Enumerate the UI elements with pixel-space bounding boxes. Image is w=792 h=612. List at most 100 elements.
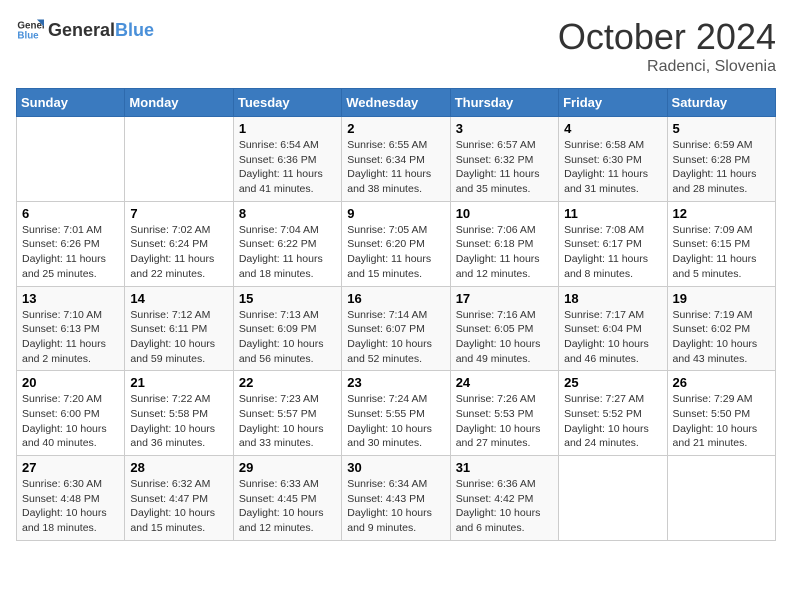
calendar-cell: 26 Sunrise: 7:29 AM Sunset: 5:50 PM Dayli… (667, 371, 775, 456)
day-number: 2 (347, 121, 444, 136)
calendar-cell: 27Sunrise: 6:30 AM Sunset: 4:48 PM Dayli… (17, 456, 125, 541)
day-number: 14 (130, 291, 227, 306)
day-number: 23 (347, 375, 444, 390)
day-number: 28 (130, 460, 227, 475)
calendar-cell: 19 Sunrise: 7:19 AM Sunset: 6:02 PM Dayli… (667, 286, 775, 371)
day-info: Sunrise: 7:26 AM Sunset: 5:53 PM Dayligh… (456, 392, 553, 451)
day-info: Sunrise: 7:23 AM Sunset: 5:57 PM Dayligh… (239, 392, 336, 451)
calendar-header-row: SundayMondayTuesdayWednesdayThursdayFrid… (17, 89, 776, 117)
day-number: 4 (564, 121, 661, 136)
day-info: Sunrise: 6:32 AM Sunset: 4:47 PM Dayligh… (130, 477, 227, 536)
calendar-cell: 13 Sunrise: 7:10 AM Sunset: 6:13 PM Dayli… (17, 286, 125, 371)
day-info: Sunrise: 7:12 AM Sunset: 6:11 PM Dayligh… (130, 308, 227, 367)
page-header: General Blue GeneralBlue October 2024 Ra… (16, 16, 776, 76)
svg-text:Blue: Blue (17, 30, 39, 41)
calendar-cell: 5 Sunrise: 6:59 AM Sunset: 6:28 PM Daylig… (667, 117, 775, 202)
calendar-cell: 3Sunrise: 6:57 AM Sunset: 6:32 PM Daylig… (450, 117, 558, 202)
day-number: 17 (456, 291, 553, 306)
day-info: Sunrise: 6:57 AM Sunset: 6:32 PM Dayligh… (456, 138, 553, 197)
calendar-week-row: 6Sunrise: 7:01 AM Sunset: 6:26 PM Daylig… (17, 201, 776, 286)
day-number: 22 (239, 375, 336, 390)
day-number: 18 (564, 291, 661, 306)
title-block: October 2024 Radenci, Slovenia (558, 16, 776, 76)
day-number: 5 (673, 121, 770, 136)
day-info: Sunrise: 7:29 AM Sunset: 5:50 PM Dayligh… (673, 392, 770, 451)
day-number: 7 (130, 206, 227, 221)
calendar-cell: 1Sunrise: 6:54 AM Sunset: 6:36 PM Daylig… (233, 117, 341, 202)
day-number: 10 (456, 206, 553, 221)
day-number: 12 (673, 206, 770, 221)
calendar-cell: 31Sunrise: 6:36 AM Sunset: 4:42 PM Dayli… (450, 456, 558, 541)
day-info: Sunrise: 6:55 AM Sunset: 6:34 PM Dayligh… (347, 138, 444, 197)
calendar-cell: 17 Sunrise: 7:16 AM Sunset: 6:05 PM Dayli… (450, 286, 558, 371)
day-number: 15 (239, 291, 336, 306)
calendar-cell: 7 Sunrise: 7:02 AM Sunset: 6:24 PM Daylig… (125, 201, 233, 286)
day-number: 21 (130, 375, 227, 390)
calendar-cell: 14 Sunrise: 7:12 AM Sunset: 6:11 PM Dayli… (125, 286, 233, 371)
calendar-cell: 20 Sunrise: 7:20 AM Sunset: 6:00 PM Dayli… (17, 371, 125, 456)
day-info: Sunrise: 7:04 AM Sunset: 6:22 PM Dayligh… (239, 223, 336, 282)
month-title: October 2024 (558, 16, 776, 58)
calendar-cell: 10 Sunrise: 7:06 AM Sunset: 6:18 PM Dayli… (450, 201, 558, 286)
day-info: Sunrise: 7:05 AM Sunset: 6:20 PM Dayligh… (347, 223, 444, 282)
calendar-cell: 18 Sunrise: 7:17 AM Sunset: 6:04 PM Dayli… (559, 286, 667, 371)
day-info: Sunrise: 7:09 AM Sunset: 6:15 PM Dayligh… (673, 223, 770, 282)
day-of-week-header: Tuesday (233, 89, 341, 117)
day-number: 31 (456, 460, 553, 475)
calendar-cell: 4 Sunrise: 6:58 AM Sunset: 6:30 PM Daylig… (559, 117, 667, 202)
day-info: Sunrise: 7:19 AM Sunset: 6:02 PM Dayligh… (673, 308, 770, 367)
day-info: Sunrise: 6:58 AM Sunset: 6:30 PM Dayligh… (564, 138, 661, 197)
day-info: Sunrise: 7:17 AM Sunset: 6:04 PM Dayligh… (564, 308, 661, 367)
day-info: Sunrise: 6:34 AM Sunset: 4:43 PM Dayligh… (347, 477, 444, 536)
day-of-week-header: Wednesday (342, 89, 450, 117)
day-of-week-header: Saturday (667, 89, 775, 117)
day-number: 11 (564, 206, 661, 221)
day-info: Sunrise: 7:10 AM Sunset: 6:13 PM Dayligh… (22, 308, 119, 367)
day-of-week-header: Sunday (17, 89, 125, 117)
logo-blue-text: Blue (115, 20, 154, 41)
calendar-cell: 11Sunrise: 7:08 AM Sunset: 6:17 PM Dayli… (559, 201, 667, 286)
day-number: 19 (673, 291, 770, 306)
calendar-cell: 8Sunrise: 7:04 AM Sunset: 6:22 PM Daylig… (233, 201, 341, 286)
day-info: Sunrise: 7:16 AM Sunset: 6:05 PM Dayligh… (456, 308, 553, 367)
calendar-week-row: 1Sunrise: 6:54 AM Sunset: 6:36 PM Daylig… (17, 117, 776, 202)
day-number: 26 (673, 375, 770, 390)
day-info: Sunrise: 7:20 AM Sunset: 6:00 PM Dayligh… (22, 392, 119, 451)
calendar-cell: 29Sunrise: 6:33 AM Sunset: 4:45 PM Dayli… (233, 456, 341, 541)
day-number: 16 (347, 291, 444, 306)
calendar-cell: 16 Sunrise: 7:14 AM Sunset: 6:07 PM Dayli… (342, 286, 450, 371)
day-info: Sunrise: 7:06 AM Sunset: 6:18 PM Dayligh… (456, 223, 553, 282)
logo-icon: General Blue (16, 16, 44, 44)
calendar-cell: 28 Sunrise: 6:32 AM Sunset: 4:47 PM Dayli… (125, 456, 233, 541)
calendar-cell: 23Sunrise: 7:24 AM Sunset: 5:55 PM Dayli… (342, 371, 450, 456)
calendar-cell: 21Sunrise: 7:22 AM Sunset: 5:58 PM Dayli… (125, 371, 233, 456)
day-of-week-header: Friday (559, 89, 667, 117)
day-info: Sunrise: 7:13 AM Sunset: 6:09 PM Dayligh… (239, 308, 336, 367)
day-info: Sunrise: 7:27 AM Sunset: 5:52 PM Dayligh… (564, 392, 661, 451)
calendar-week-row: 20 Sunrise: 7:20 AM Sunset: 6:00 PM Dayli… (17, 371, 776, 456)
day-of-week-header: Thursday (450, 89, 558, 117)
day-info: Sunrise: 7:02 AM Sunset: 6:24 PM Dayligh… (130, 223, 227, 282)
day-number: 29 (239, 460, 336, 475)
day-number: 20 (22, 375, 119, 390)
day-info: Sunrise: 7:01 AM Sunset: 6:26 PM Dayligh… (22, 223, 119, 282)
calendar-cell (125, 117, 233, 202)
day-number: 13 (22, 291, 119, 306)
calendar-week-row: 27Sunrise: 6:30 AM Sunset: 4:48 PM Dayli… (17, 456, 776, 541)
day-info: Sunrise: 7:14 AM Sunset: 6:07 PM Dayligh… (347, 308, 444, 367)
logo-general-text: General (48, 20, 115, 41)
day-info: Sunrise: 6:59 AM Sunset: 6:28 PM Dayligh… (673, 138, 770, 197)
location-title: Radenci, Slovenia (558, 58, 776, 76)
calendar-cell (667, 456, 775, 541)
calendar-cell: 9Sunrise: 7:05 AM Sunset: 6:20 PM Daylig… (342, 201, 450, 286)
day-number: 30 (347, 460, 444, 475)
day-number: 27 (22, 460, 119, 475)
calendar-table: SundayMondayTuesdayWednesdayThursdayFrid… (16, 88, 776, 541)
calendar-cell: 6Sunrise: 7:01 AM Sunset: 6:26 PM Daylig… (17, 201, 125, 286)
calendar-cell: 30 Sunrise: 6:34 AM Sunset: 4:43 PM Dayli… (342, 456, 450, 541)
calendar-cell: 15 Sunrise: 7:13 AM Sunset: 6:09 PM Dayli… (233, 286, 341, 371)
day-number: 25 (564, 375, 661, 390)
calendar-cell (17, 117, 125, 202)
day-number: 24 (456, 375, 553, 390)
calendar-cell: 12 Sunrise: 7:09 AM Sunset: 6:15 PM Dayli… (667, 201, 775, 286)
